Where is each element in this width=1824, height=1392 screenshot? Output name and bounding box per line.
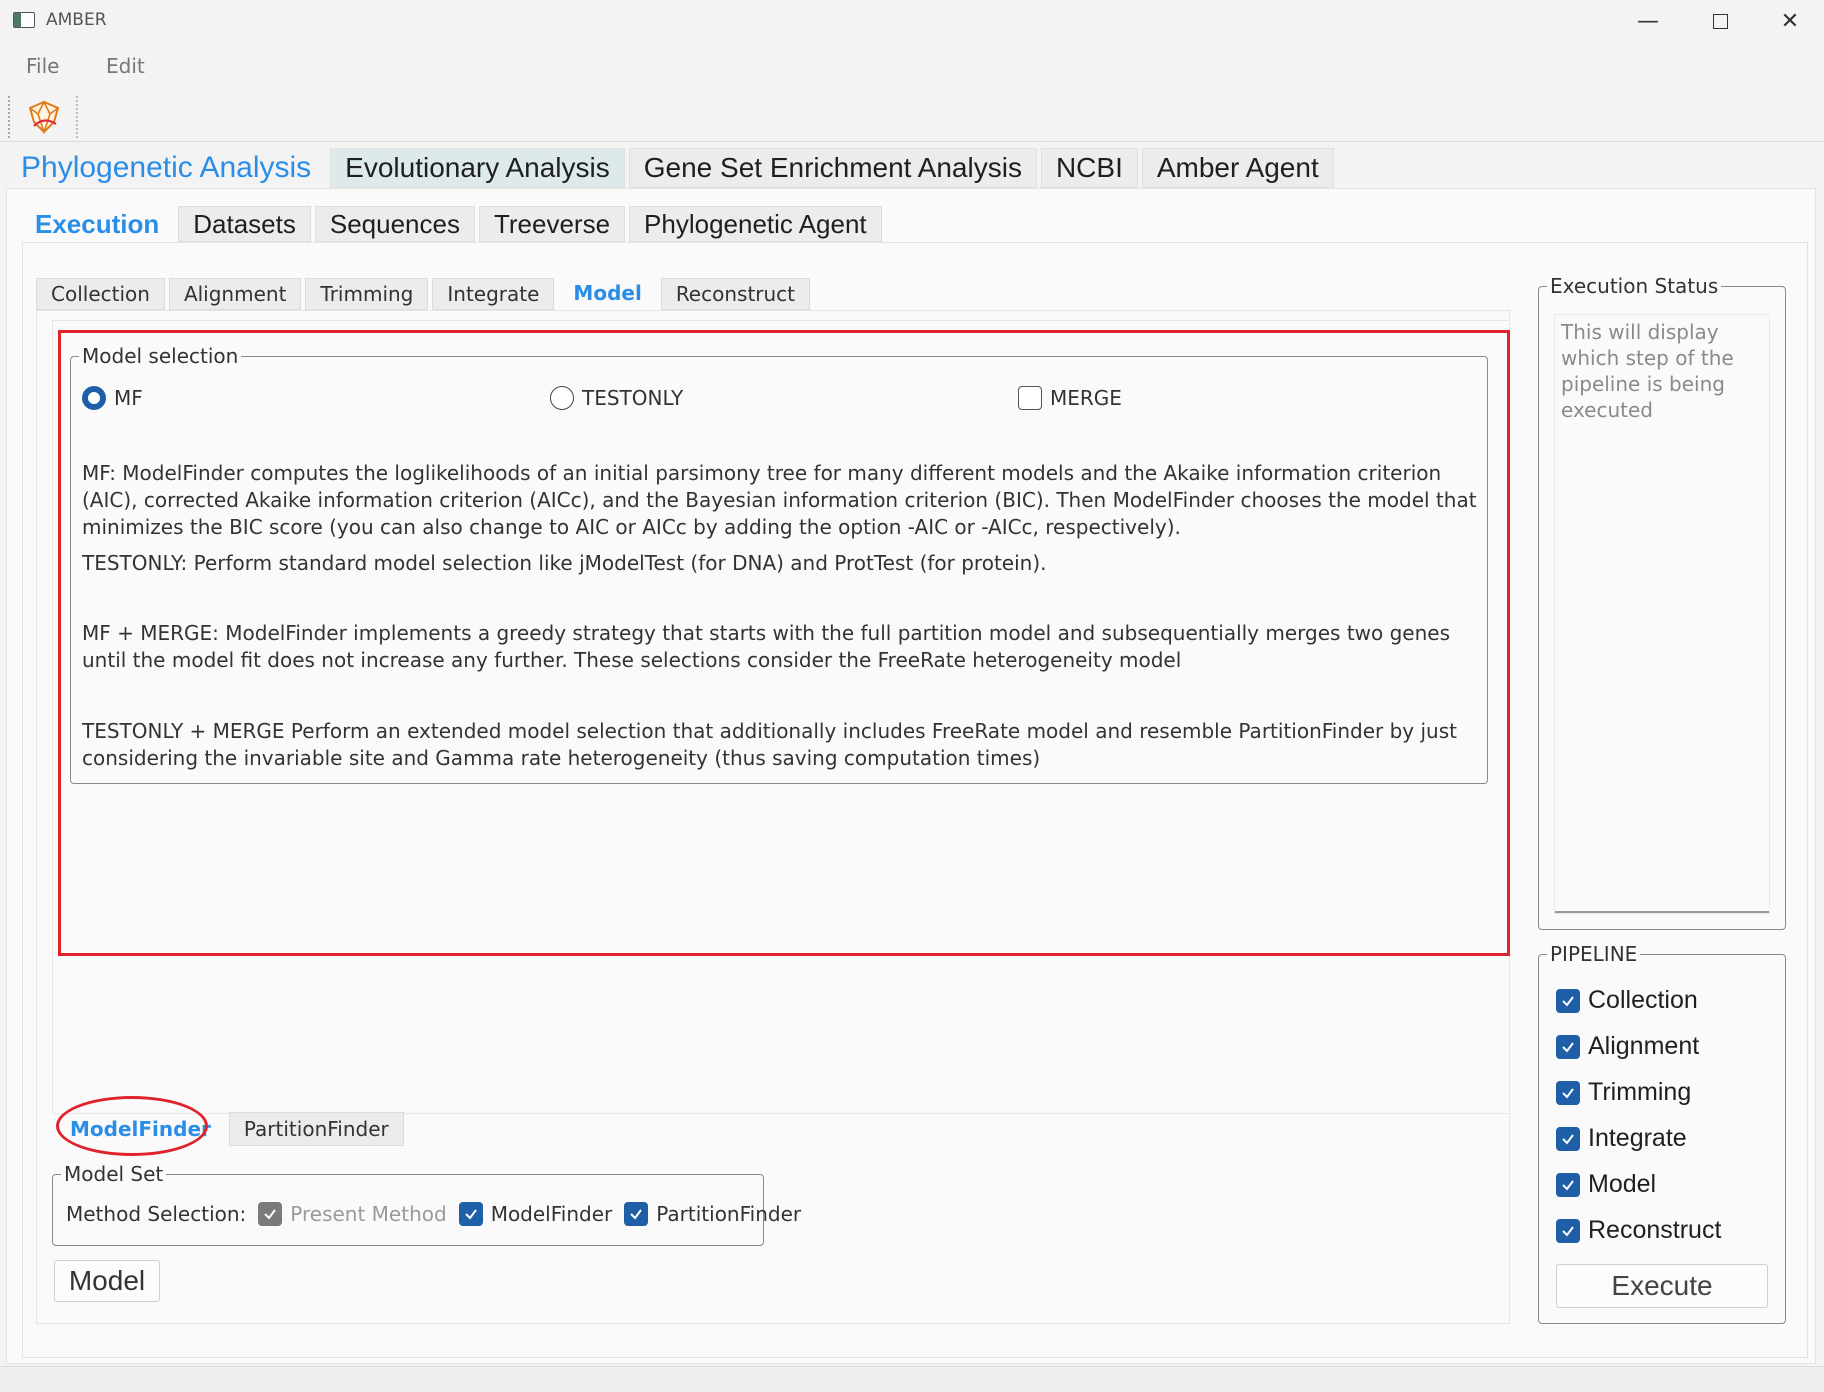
pipeline-model[interactable]: Model	[1556, 1170, 1656, 1199]
tab-phylogenetic-agent[interactable]: Phylogenetic Agent	[629, 206, 882, 242]
tab-sequences[interactable]: Sequences	[314, 206, 475, 242]
execute-button[interactable]: Execute	[1556, 1264, 1768, 1308]
pipeline-model-label: Model	[1588, 1170, 1657, 1198]
amber-logo-icon[interactable]	[24, 98, 64, 136]
sub-tab-bar: Execution Datasets Sequences Treeverse P…	[20, 204, 886, 244]
checkbox-modelfinder[interactable]: ModelFinder	[458, 1202, 613, 1226]
execution-status-placeholder: This will display which step of the pipe…	[1561, 320, 1734, 422]
menu-file[interactable]: File	[26, 54, 59, 78]
pipeline-collection-label: Collection	[1588, 986, 1698, 1014]
modelfinder-label: ModelFinder	[490, 1202, 613, 1226]
method-selection-row: Method Selection: Present Method ModelFi…	[66, 1202, 801, 1226]
step-tab-model[interactable]: Model	[558, 276, 657, 310]
tab-evolutionary-analysis[interactable]: Evolutionary Analysis	[330, 148, 625, 188]
tab-execution[interactable]: Execution	[20, 204, 175, 244]
toolbar-grip-end	[76, 96, 78, 138]
present-method-label: Present Method	[290, 1202, 447, 1226]
checkmark-icon	[458, 1202, 483, 1226]
model-button[interactable]: Model	[54, 1260, 160, 1302]
main-tab-bar: Phylogenetic Analysis Evolutionary Analy…	[6, 146, 1338, 190]
window-title: AMBER	[46, 10, 107, 30]
checkmark-icon	[1556, 1172, 1580, 1197]
step-tab-collection[interactable]: Collection	[36, 278, 165, 310]
tab-treeverse[interactable]: Treeverse	[478, 206, 626, 242]
maximize-icon	[1712, 13, 1728, 29]
highlight-box	[58, 330, 1510, 956]
step-tab-alignment[interactable]: Alignment	[168, 278, 302, 310]
toolbar	[0, 92, 1824, 142]
checkbox-present-method[interactable]: Present Method	[258, 1202, 447, 1226]
pipeline-alignment-label: Alignment	[1588, 1032, 1700, 1060]
title-bar: AMBER — ✕	[0, 0, 1824, 42]
close-button[interactable]: ✕	[1762, 6, 1818, 36]
execution-status-text[interactable]: This will display which step of the pipe…	[1554, 314, 1770, 914]
checkmark-icon	[258, 1202, 283, 1226]
checkmark-icon	[1556, 1080, 1580, 1105]
checkmark-icon	[624, 1202, 649, 1226]
pipeline-reconstruct[interactable]: Reconstruct	[1556, 1216, 1721, 1245]
pipeline-alignment[interactable]: Alignment	[1556, 1032, 1699, 1061]
tab-amber-agent[interactable]: Amber Agent	[1141, 148, 1334, 188]
minimize-button[interactable]: —	[1620, 6, 1676, 36]
checkmark-icon	[1556, 988, 1580, 1013]
pipeline-trimming-label: Trimming	[1588, 1078, 1692, 1106]
checkbox-partitionfinder[interactable]: PartitionFinder	[624, 1202, 801, 1226]
pipeline-integrate[interactable]: Integrate	[1556, 1124, 1687, 1153]
checkmark-icon	[1556, 1034, 1580, 1059]
tab-datasets[interactable]: Datasets	[178, 206, 311, 242]
pipeline-legend: PIPELINE	[1550, 942, 1638, 966]
checkmark-icon	[1556, 1218, 1580, 1243]
partitionfinder-label: PartitionFinder	[656, 1202, 802, 1226]
step-tab-trimming[interactable]: Trimming	[305, 278, 429, 310]
pipeline-trimming[interactable]: Trimming	[1556, 1078, 1691, 1107]
tab-phylogenetic-analysis[interactable]: Phylogenetic Analysis	[6, 146, 327, 190]
tab-ncbi[interactable]: NCBI	[1040, 148, 1138, 188]
toolbar-grip	[8, 96, 10, 138]
checkmark-icon	[1556, 1126, 1580, 1151]
menu-bar: File Edit	[0, 46, 1824, 86]
model-set-legend: Model Set	[64, 1162, 164, 1186]
pipeline-reconstruct-label: Reconstruct	[1588, 1216, 1722, 1244]
horizontal-scrollbar[interactable]	[1555, 911, 1769, 913]
execution-status-legend: Execution Status	[1550, 274, 1719, 298]
menu-edit[interactable]: Edit	[106, 54, 145, 78]
status-bar	[0, 1366, 1824, 1392]
maximize-button[interactable]	[1692, 6, 1748, 36]
step-tab-integrate[interactable]: Integrate	[432, 278, 555, 310]
highlight-ellipse	[56, 1096, 208, 1156]
method-selection-label: Method Selection:	[66, 1202, 247, 1226]
pipeline-integrate-label: Integrate	[1588, 1124, 1687, 1152]
app-icon	[13, 12, 35, 28]
tab-gene-set-enrichment[interactable]: Gene Set Enrichment Analysis	[628, 148, 1037, 188]
tab-partitionfinder[interactable]: PartitionFinder	[228, 1112, 404, 1146]
step-tab-bar: Collection Alignment Trimming Integrate …	[36, 276, 814, 310]
step-tab-reconstruct[interactable]: Reconstruct	[660, 278, 811, 310]
pipeline-collection[interactable]: Collection	[1556, 986, 1698, 1015]
